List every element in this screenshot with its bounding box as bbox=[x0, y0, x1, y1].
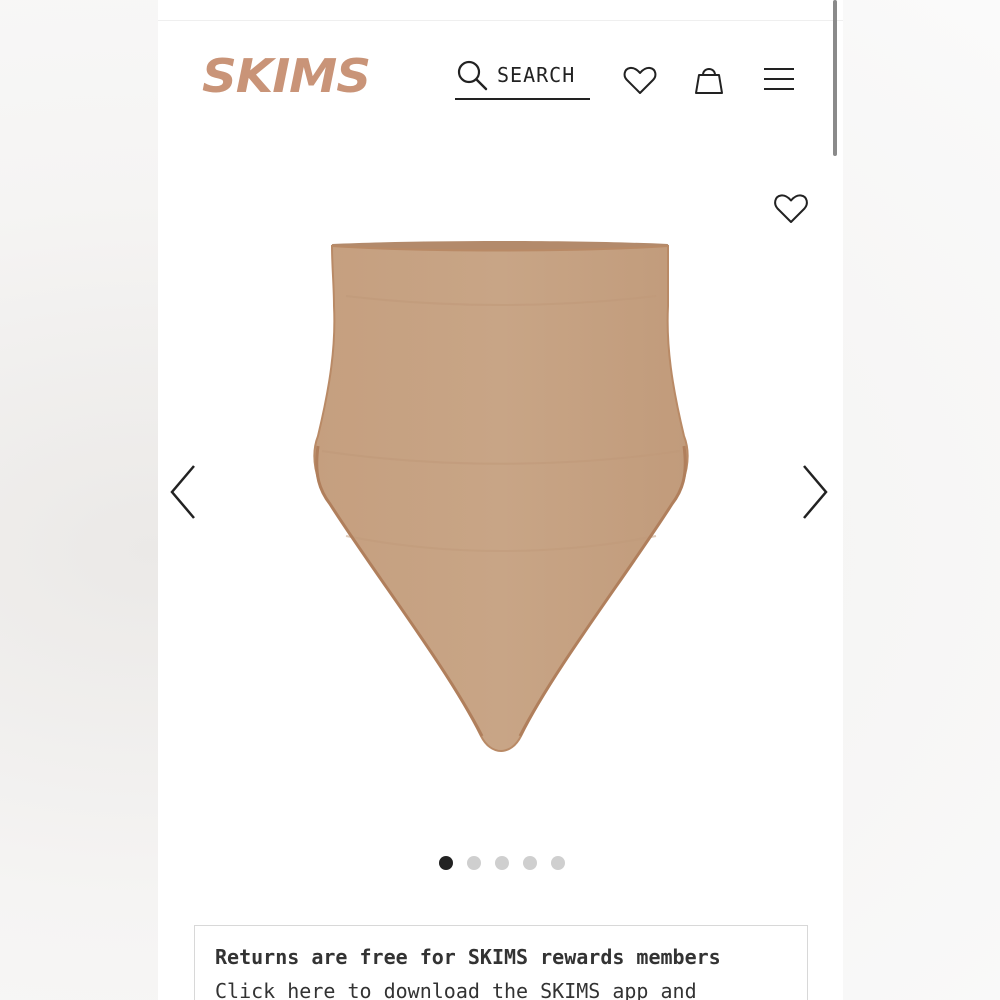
shopping-bag-icon[interactable] bbox=[691, 61, 727, 97]
scrollbar[interactable] bbox=[833, 0, 837, 156]
heart-icon[interactable] bbox=[622, 62, 658, 98]
hamburger-menu-icon[interactable] bbox=[761, 61, 797, 97]
browser-top-strip bbox=[158, 0, 843, 21]
returns-notice[interactable]: Returns are free for SKIMS rewards membe… bbox=[194, 925, 808, 1000]
carousel-pagination bbox=[439, 856, 565, 870]
carousel-dot-5[interactable] bbox=[551, 856, 565, 870]
chevron-left-icon[interactable] bbox=[164, 462, 200, 522]
carousel-dot-2[interactable] bbox=[467, 856, 481, 870]
chevron-right-icon[interactable] bbox=[798, 462, 834, 522]
carousel-dot-1[interactable] bbox=[439, 856, 453, 870]
logo-wordmark: SKIMS bbox=[202, 52, 370, 100]
add-to-favorites-heart-icon[interactable] bbox=[773, 190, 809, 226]
carousel-dot-4[interactable] bbox=[523, 856, 537, 870]
returns-notice-title: Returns are free for SKIMS rewards membe… bbox=[215, 945, 721, 969]
returns-notice-body[interactable]: Click here to download the SKIMS app and bbox=[215, 974, 787, 1000]
search-icon bbox=[457, 60, 488, 91]
carousel-dot-3[interactable] bbox=[495, 856, 509, 870]
skims-logo[interactable]: SKIMS bbox=[202, 52, 374, 100]
mobile-viewport: SKIMS SEARCH Returns are free for SKIMS … bbox=[158, 0, 843, 1000]
search-label: SEARCH bbox=[497, 63, 576, 87]
search-button[interactable]: SEARCH bbox=[455, 58, 590, 100]
product-image-shapewear-thong[interactable] bbox=[306, 236, 696, 761]
